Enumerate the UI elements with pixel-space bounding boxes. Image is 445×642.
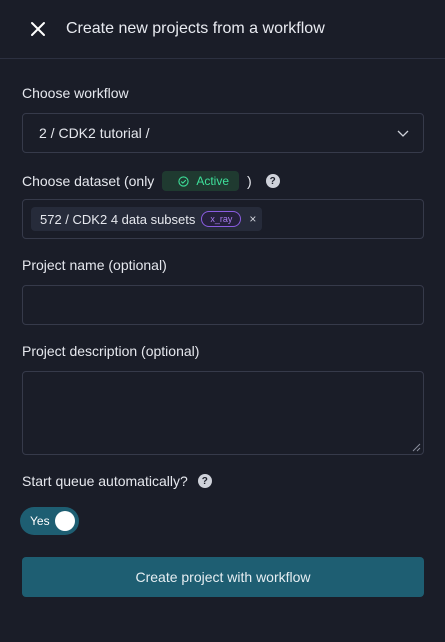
project-name-field [22,285,424,325]
create-project-panel: Create new projects from a workflow Choo… [0,0,445,642]
chip-remove-icon[interactable]: × [247,212,258,226]
close-icon[interactable] [30,21,46,37]
dataset-label-suffix: ) [247,173,252,189]
dataset-chip-label: 572 / CDK2 4 data subsets [40,211,196,227]
toggle-label: Yes [30,514,50,528]
workflow-selected-value: 2 / CDK2 tutorial / [39,125,150,141]
start-queue-toggle[interactable]: Yes [20,507,79,535]
create-project-button[interactable]: Create project with workflow [22,557,424,597]
workflow-select[interactable]: 2 / CDK2 tutorial / [22,113,424,153]
toggle-knob [55,511,75,531]
project-description-field [22,371,424,455]
panel-title: Create new projects from a workflow [66,20,325,37]
resize-handle-icon[interactable] [412,443,421,452]
dataset-multiselect[interactable]: 572 / CDK2 4 data subsets x_ray × [22,199,424,239]
help-icon[interactable]: ? [197,474,212,488]
project-name-label: Project name (optional) [22,257,167,273]
dataset-label: Choose dataset (only Active ) ? [22,171,280,191]
project-description-label: Project description (optional) [22,343,200,359]
check-circle-icon [178,175,189,187]
close-button[interactable] [28,19,48,39]
active-status-badge: Active [162,171,239,191]
dataset-label-prefix: Choose dataset (only [22,173,155,189]
workflow-label: Choose workflow [22,85,129,101]
help-icon[interactable]: ? [265,174,280,188]
dataset-chip: 572 / CDK2 4 data subsets x_ray × [31,207,263,231]
panel-header: Create new projects from a workflow [0,0,445,59]
chevron-down-icon [397,130,409,137]
start-queue-label-text: Start queue automatically? [22,473,188,489]
start-queue-label: Start queue automatically? ? [22,473,212,489]
project-name-input[interactable] [23,286,423,324]
dataset-tag-badge: x_ray [201,211,242,227]
project-description-textarea[interactable] [23,372,423,454]
active-badge-label: Active [196,174,229,188]
